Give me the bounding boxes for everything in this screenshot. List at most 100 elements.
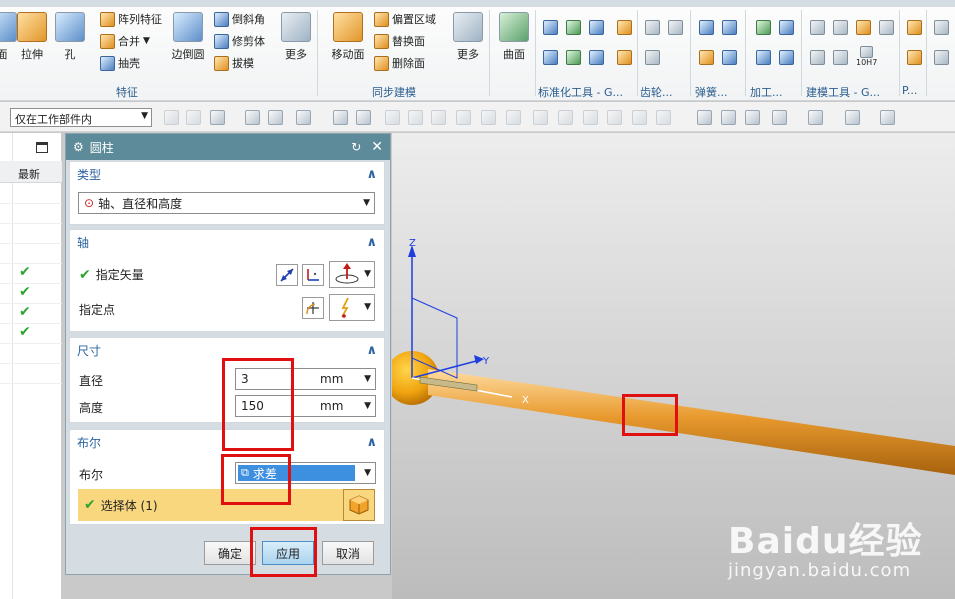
move-face-icon <box>333 12 363 42</box>
type-section-header[interactable]: 类型 ∧ <box>70 162 384 186</box>
std-tool-icon[interactable] <box>566 50 581 65</box>
snap-icon[interactable] <box>186 110 201 125</box>
modeling-tool-icon[interactable] <box>833 50 848 65</box>
ok-button[interactable]: 确定 <box>204 541 256 565</box>
shell-icon <box>100 55 115 71</box>
gear-tool-icon[interactable] <box>668 20 683 35</box>
tolerance-10h7-button[interactable]: 10H7 <box>856 46 877 67</box>
close-icon[interactable]: ✕ <box>371 139 383 155</box>
axis-section-header[interactable]: 轴 ∧ <box>70 230 384 254</box>
machining-tool-icon[interactable] <box>779 20 794 35</box>
extrude-icon <box>17 12 47 42</box>
spring-tool-icon[interactable] <box>722 50 737 65</box>
std-tool-icon[interactable] <box>617 20 632 35</box>
spring-tool-icon[interactable] <box>699 50 714 65</box>
modeling-tool-icon[interactable] <box>833 20 848 35</box>
p-tool-icon[interactable] <box>907 20 922 35</box>
select-body-button[interactable] <box>343 489 375 521</box>
display-filter-icon[interactable] <box>880 110 895 125</box>
rectangle-select-icon[interactable] <box>296 110 311 125</box>
more-sync-button[interactable]: 更多 <box>444 12 492 62</box>
std-tool-icon[interactable] <box>543 20 558 35</box>
cube-view-icon[interactable] <box>845 110 860 125</box>
line-snap-icon[interactable] <box>431 110 446 125</box>
spring-tool-icon[interactable] <box>722 20 737 35</box>
std-tool-icon[interactable] <box>617 50 632 65</box>
circle-snap-icon[interactable] <box>533 110 548 125</box>
spring-tool-icon[interactable] <box>699 20 714 35</box>
line-snap-icon[interactable] <box>607 110 622 125</box>
height-unit: mm <box>320 399 344 413</box>
replace-face-button[interactable]: 替换面 <box>374 33 425 49</box>
machining-tool-icon[interactable] <box>779 50 794 65</box>
vector-type-dropdown[interactable]: ▼ <box>329 261 375 288</box>
curve-snap-icon[interactable] <box>506 110 521 125</box>
body-select-icon[interactable] <box>333 110 348 125</box>
chamfer-button[interactable]: 倒斜角 <box>214 11 265 27</box>
modeling-tool-icon[interactable] <box>810 50 825 65</box>
std-tool-icon[interactable] <box>543 50 558 65</box>
snap-icon[interactable] <box>632 110 647 125</box>
cancel-button[interactable]: 取消 <box>322 541 374 565</box>
machining-tool-icon[interactable] <box>756 20 771 35</box>
gear-tool-icon[interactable] <box>645 50 660 65</box>
grid-snap-icon[interactable] <box>656 110 671 125</box>
reset-icon[interactable]: ↻ <box>351 140 361 154</box>
point-dialog-button[interactable] <box>302 297 324 319</box>
gear-tool-icon[interactable] <box>645 20 660 35</box>
line-snap-icon[interactable] <box>408 110 423 125</box>
trim-body-button[interactable]: 修剪体 <box>214 33 265 49</box>
edge-blend-button[interactable]: 边倒圆 <box>164 12 212 62</box>
shell-button[interactable]: 抽壳 <box>100 55 140 71</box>
reverse-direction-button[interactable] <box>276 264 298 286</box>
pattern-feature-button[interactable]: 阵列特征 <box>100 11 162 27</box>
point-type-dropdown[interactable]: ▼ <box>329 294 375 321</box>
std-tool-icon[interactable] <box>589 50 604 65</box>
highlight-box-apply <box>250 527 317 577</box>
maximize-icon[interactable] <box>36 142 48 153</box>
point-snap-icon[interactable] <box>268 110 283 125</box>
layout-icon[interactable] <box>772 110 787 125</box>
dialog-title-bar: ⚙ 圆柱 ↻ ✕ <box>66 134 390 160</box>
snap-icon[interactable] <box>164 110 179 125</box>
render-style-icon[interactable] <box>808 110 823 125</box>
circle-snap-icon[interactable] <box>558 110 573 125</box>
snap-point-icon[interactable] <box>385 110 400 125</box>
machining-tool-icon[interactable] <box>756 50 771 65</box>
extra-tool-icon[interactable] <box>934 20 949 35</box>
view-icon[interactable] <box>697 110 712 125</box>
select-body-row[interactable]: ✔ 选择体 (1) <box>78 489 349 521</box>
vector-dialog-button[interactable] <box>302 264 324 286</box>
surface-button[interactable]: 曲面 <box>490 12 538 62</box>
std-tool-icon[interactable] <box>566 20 581 35</box>
offset-region-button[interactable]: 偏置区域 <box>374 11 436 27</box>
hole-button[interactable]: 孔 <box>46 12 94 62</box>
selection-filter-icon[interactable] <box>210 110 225 125</box>
curve-snap-icon[interactable] <box>456 110 471 125</box>
newest-column-header: 最新 <box>18 168 40 181</box>
delete-face-button[interactable]: 删除面 <box>374 55 425 71</box>
p-tool-icon[interactable] <box>907 50 922 65</box>
std-tool-icon[interactable] <box>589 20 604 35</box>
p-group-label: P... <box>902 84 918 97</box>
view-icon[interactable] <box>721 110 736 125</box>
draft-button[interactable]: 拔模 <box>214 55 254 71</box>
more-features-button[interactable]: 更多 <box>272 12 320 62</box>
cylinder-body[interactable] <box>428 369 955 475</box>
unite-button[interactable]: 合并 ▼ <box>100 33 150 49</box>
type-dropdown[interactable]: ⊙ 轴、直径和高度 ▼ <box>78 192 375 214</box>
selection-scope-dropdown[interactable]: 仅在工作部件内 ▼ <box>10 108 152 127</box>
plus-snap-icon[interactable] <box>583 110 598 125</box>
refresh-icon[interactable] <box>745 110 760 125</box>
extra-tool-icon[interactable] <box>934 50 949 65</box>
triangle-tool-icon[interactable] <box>810 20 825 35</box>
gear-icon[interactable]: ⚙ <box>73 140 84 154</box>
curve-snap-icon[interactable] <box>481 110 496 125</box>
ribbon: 面 拉伸 孔 阵列特征 合并 ▼ 抽壳 边倒圆 倒斜角 修剪体 拔模 更多 特征 <box>0 0 955 101</box>
modeling-tool-icon[interactable] <box>856 20 871 35</box>
point-snap-icon[interactable] <box>245 110 260 125</box>
body-select-icon[interactable] <box>356 110 371 125</box>
move-face-button[interactable]: 移动面 <box>324 12 372 62</box>
vector-dialog-icon <box>307 269 319 281</box>
modeling-tool-icon[interactable] <box>879 20 894 35</box>
